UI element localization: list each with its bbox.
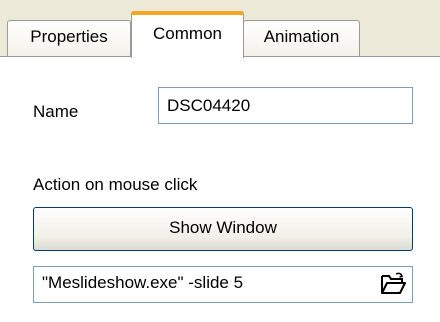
tab-common[interactable]: Common [131, 11, 244, 58]
show-window-button[interactable]: Show Window [33, 207, 413, 251]
tab-properties[interactable]: Properties [7, 20, 131, 56]
command-field[interactable]: "Meslideshow.exe" -slide 5 [33, 266, 413, 303]
tab-animation[interactable]: Animation [243, 20, 360, 56]
name-label: Name [33, 102, 79, 121]
tab-strip: Properties Common Animation [0, 0, 440, 58]
tab-label: Common [153, 24, 222, 43]
browse-button[interactable] [375, 269, 409, 300]
action-on-click-label: Action on mouse click [33, 175, 198, 194]
name-field[interactable] [158, 87, 413, 124]
common-properties-panel: Properties Common Animation Name Action … [0, 0, 440, 322]
open-folder-icon [381, 272, 406, 294]
tab-label: Properties [30, 27, 108, 46]
tab-label: Animation [263, 27, 340, 46]
